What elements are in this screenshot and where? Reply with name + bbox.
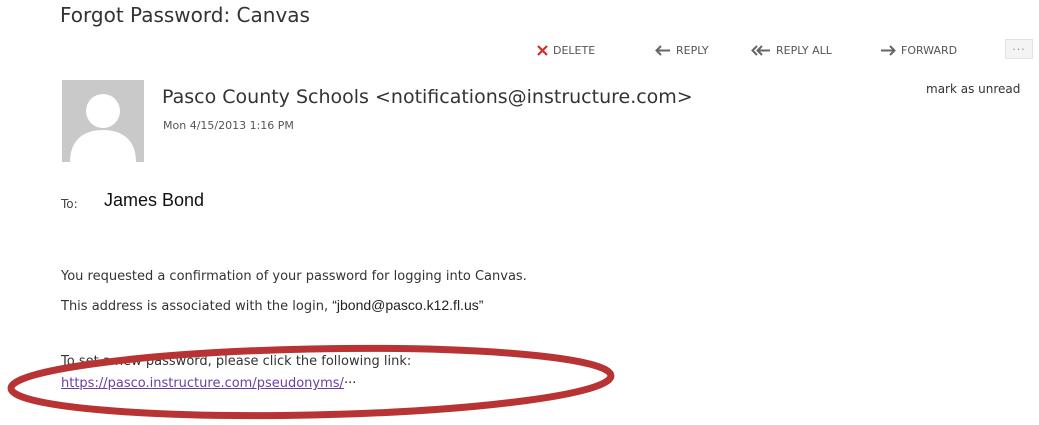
person-silhouette-icon xyxy=(62,80,144,162)
arrow-left-icon xyxy=(655,44,670,56)
reset-password-link[interactable]: https://pasco.instructure.com/pseudonyms… xyxy=(61,376,344,391)
double-arrow-left-icon xyxy=(751,44,770,56)
reset-link-line: https://pasco.instructure.com/pseudonyms… xyxy=(61,376,356,391)
login-value: “jbond@pasco.k12.fl.us” xyxy=(332,297,484,313)
body-line-request: You requested a confirmation of your pas… xyxy=(61,269,527,284)
arrow-right-icon xyxy=(881,44,896,56)
sender-name: Pasco County Schools <notifications@inst… xyxy=(162,86,693,108)
mark-as-unread-link[interactable]: mark as unread xyxy=(926,82,1020,96)
email-subject: Forgot Password: Canvas xyxy=(60,3,310,27)
delete-label: DELETE xyxy=(553,43,596,57)
delete-button[interactable]: DELETE xyxy=(537,40,595,60)
reply-all-button[interactable]: REPLY ALL xyxy=(751,40,832,60)
sent-date: Mon 4/15/2013 1:16 PM xyxy=(163,119,294,132)
forward-button[interactable]: FORWARD xyxy=(880,40,957,60)
sender-avatar xyxy=(62,80,144,162)
reply-button[interactable]: REPLY xyxy=(655,40,709,60)
close-x-icon xyxy=(537,44,548,56)
ellipsis-icon: ··· xyxy=(1012,42,1026,56)
recipient-name: James Bond xyxy=(104,190,205,210)
body-line-login: This address is associated with the logi… xyxy=(61,297,483,314)
to-label: To: xyxy=(61,197,78,211)
login-prefix: This address is associated with the logi… xyxy=(61,299,333,314)
more-actions-button[interactable]: ··· xyxy=(1005,39,1033,59)
body-line-instruction: To set a new password, please click the … xyxy=(61,354,412,369)
link-ellipsis: ··· xyxy=(343,376,357,391)
message-toolbar: DELETE REPLY REPLY ALL FORWARD xyxy=(0,40,1039,60)
reply-all-label: REPLY ALL xyxy=(776,43,832,57)
forward-label: FORWARD xyxy=(901,43,958,57)
reply-label: REPLY xyxy=(676,43,709,57)
